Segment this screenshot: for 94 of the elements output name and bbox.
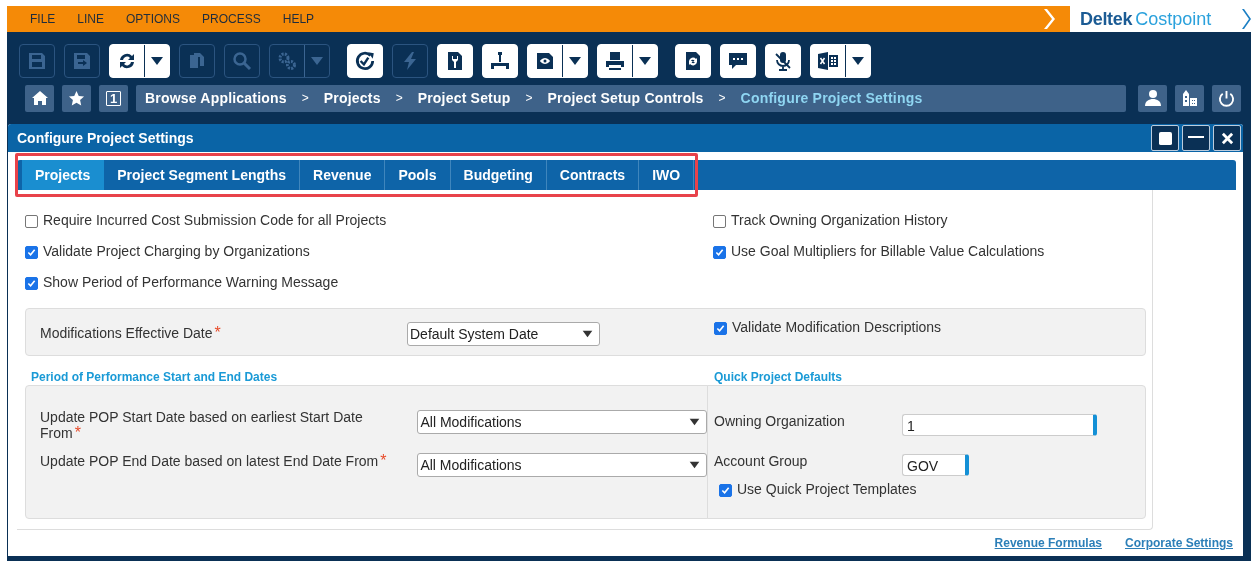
tab[interactable]: Contracts [546,160,640,190]
breadcrumb-link[interactable]: Configure Project Settings [740,90,923,106]
power-button[interactable] [1212,84,1241,112]
minimize-icon [1188,136,1204,140]
breadcrumb-separator: > [395,91,403,105]
breadcrumb-link[interactable]: Project Setup Controls [547,90,704,106]
menu-item[interactable]: PROCESS [191,12,272,26]
input-field[interactable]: GOV [902,454,969,476]
tab[interactable]: Pools [385,160,451,190]
tab[interactable]: Revenue [300,160,386,190]
field-label: Modifications Effective Date* [40,325,222,341]
power-icon [1218,89,1235,107]
menu-item[interactable]: HELP [271,12,326,26]
maximize-button[interactable] [1151,125,1179,151]
checkbox[interactable] [714,322,727,335]
caret-icon [689,418,700,426]
chevron-icon [1241,6,1251,32]
breadcrumb-link[interactable]: Projects [323,90,381,106]
field-label: Owning Organization [714,414,846,429]
chat-icon [728,51,748,71]
minimize-button[interactable] [1182,125,1210,151]
favorites-button[interactable] [62,84,91,112]
wrench-tray-icon [490,51,510,71]
breadcrumb-separator: > [301,91,309,105]
building-icon [1180,89,1199,107]
window-title: Configure Project Settings [17,130,195,146]
microphone-off-icon [773,51,793,71]
checkbox-label: Validate Project Charging by Organizations [43,243,310,260]
star-icon [68,89,85,107]
checkbox-label: Use Quick Project Templates [737,481,917,498]
input-field[interactable]: 1 [902,414,1097,436]
logo-brand: Deltek [1080,8,1133,30]
copy-icon [187,51,207,71]
checkbox-label: Show Period of Performance Warning Message [43,274,339,291]
link[interactable]: Revenue Formulas [994,536,1102,550]
document-wrench-icon [445,51,465,71]
breadcrumb-separator: > [718,91,726,105]
select-dropdown[interactable]: All Modifications [417,410,707,434]
home-icon [30,90,49,106]
select-dropdown[interactable]: All Modifications [417,453,707,477]
close-icon [1220,131,1234,145]
field-label: Update POP End Date based on latest End Date From* [40,453,388,469]
section-legend: Period of Performance Start and End Dates [31,370,708,383]
document-refresh-icon [683,51,703,71]
window-count-button[interactable]: 1 [99,84,128,112]
user-button[interactable] [1138,84,1167,112]
square-icon [1158,131,1172,145]
logo-product: Costpoint [1135,8,1212,30]
checkbox[interactable] [713,215,726,228]
breadcrumb-link[interactable]: Browse Applications [145,90,287,106]
menu-item[interactable]: FILE [19,12,67,26]
caret-icon [689,461,700,469]
checkbox-label: Require Incurred Cost Submission Code for all Projects [43,212,387,229]
checkbox[interactable] [25,277,38,290]
save-arrow-icon [72,51,92,71]
printer-icon [605,51,625,71]
menu-item[interactable]: LINE [66,12,116,26]
checkbox[interactable] [25,215,38,228]
tab[interactable]: Project Segment Lengths [104,160,301,190]
close-button[interactable] [1213,125,1241,151]
save-icon [27,51,47,71]
refresh-icon [117,51,137,71]
tab[interactable]: Budgeting [450,160,547,190]
caret-icon [311,56,323,66]
menu-item[interactable]: OPTIONS [115,12,192,26]
gears-icon [277,51,297,71]
check-circle-icon [354,50,376,72]
link[interactable]: Corporate Settings [1125,536,1233,550]
caret-icon [151,56,163,66]
checkbox-label: Track Owning Organization History [731,212,948,229]
search-icon [232,51,252,71]
home-button[interactable] [25,84,54,112]
field-label: Update POP Start Date based on earliest Start Date From* [40,410,364,441]
user-icon [1143,89,1162,107]
breadcrumb-link[interactable]: Project Setup [417,90,511,106]
checkbox[interactable] [713,246,726,259]
field-label: Account Group [714,454,809,469]
tab[interactable]: IWO [639,160,695,190]
chevron-icon [1042,6,1056,32]
checkbox[interactable] [719,484,732,497]
breadcrumb-separator: > [525,91,533,105]
checkbox-label: Validate Modification Descriptions [732,319,942,336]
checkbox-label: Use Goal Multipliers for Billable Value Calculations [731,243,1045,260]
spreadsheet-icon [817,51,839,71]
section-legend: Quick Project Defaults [714,370,1146,383]
eye-document-icon [535,51,555,71]
checkbox[interactable] [25,246,38,259]
caret-icon [639,56,651,66]
tab[interactable]: Projects [22,160,105,190]
caret-icon [569,56,581,66]
company-button[interactable] [1175,84,1204,112]
effective-date-dropdown[interactable]: Default System Date [407,322,600,346]
caret-icon [852,56,864,66]
caret-icon [582,330,593,338]
